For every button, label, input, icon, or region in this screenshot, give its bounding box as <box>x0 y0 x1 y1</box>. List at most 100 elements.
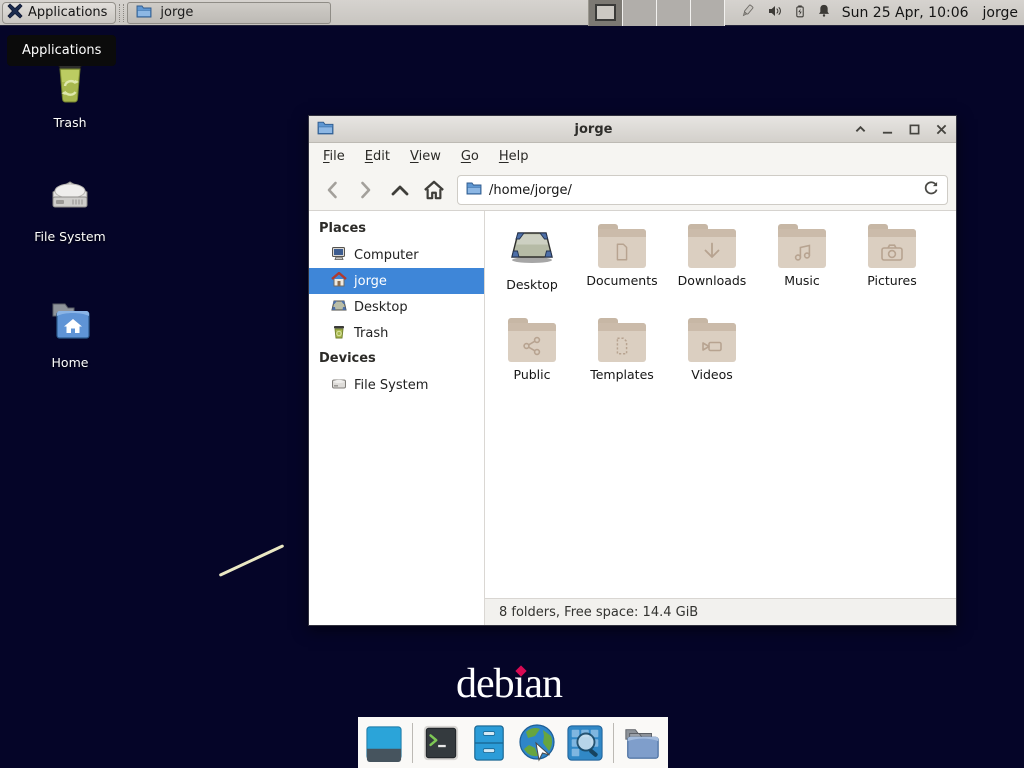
shade-button[interactable] <box>853 122 867 136</box>
desktop-icon-trash[interactable]: Trash <box>22 56 118 130</box>
desktop-icon-label: Trash <box>22 115 118 130</box>
stylus-icon[interactable] <box>737 2 757 24</box>
file-item-label: Videos <box>691 367 733 382</box>
applications-tooltip: Applications <box>7 35 116 66</box>
sidebar-item-desktop[interactable]: Desktop <box>309 294 484 320</box>
file-item-label: Music <box>784 273 820 288</box>
debian-logo: debıan <box>456 660 562 708</box>
home-button[interactable] <box>419 175 449 205</box>
sidebar-header-places: Places <box>309 216 484 242</box>
up-button[interactable] <box>385 175 415 205</box>
dock-separator <box>613 723 614 763</box>
sidebar-item-label: Computer <box>354 248 419 263</box>
window-title: jorge <box>334 122 853 137</box>
user-home-icon <box>331 272 347 291</box>
menu-go[interactable]: Go <box>451 145 489 168</box>
documents-folder-icon <box>598 224 646 268</box>
workspace-3[interactable] <box>657 0 691 26</box>
file-item-downloads[interactable]: Downloads <box>667 224 757 300</box>
top-panel: Applications jorge Sun 25 Apr, 10:06 jor… <box>0 0 1024 26</box>
sidebar-item-label: File System <box>354 378 428 393</box>
window-folder-icon <box>317 120 334 139</box>
desktop-special-icon <box>508 224 556 272</box>
system-tray <box>737 2 832 24</box>
close-button[interactable] <box>934 122 948 136</box>
trash-icon <box>331 324 347 343</box>
desktop-icon-file-system[interactable]: File System <box>22 170 118 244</box>
desktop-icon-home[interactable]: Home <box>22 296 118 370</box>
sidebar-item-label: jorge <box>354 274 387 289</box>
statusbar: 8 folders, Free space: 14.4 GiB <box>485 598 956 625</box>
file-item-pictures[interactable]: Pictures <box>847 224 937 300</box>
sidebar-item-trash[interactable]: Trash <box>309 320 484 346</box>
files-grid: Desktop Documents Do <box>485 211 956 598</box>
back-button[interactable] <box>317 175 347 205</box>
web-browser-launcher[interactable] <box>517 723 557 763</box>
file-item-documents[interactable]: Documents <box>577 224 667 300</box>
window-body: Places Computer jorge Desktop <box>309 211 956 625</box>
applications-menu-button[interactable]: Applications <box>2 2 116 24</box>
sidebar: Places Computer jorge Desktop <box>309 211 485 625</box>
workspace-1[interactable] <box>589 0 623 26</box>
sidebar-item-computer[interactable]: Computer <box>309 242 484 268</box>
workspace-2[interactable] <box>623 0 657 26</box>
app-finder-launcher[interactable] <box>565 723 605 763</box>
panel-clock[interactable]: Sun 25 Apr, 10:06 <box>842 5 969 21</box>
sidebar-item-label: Trash <box>354 326 388 341</box>
file-item-public[interactable]: Public <box>487 318 577 394</box>
downloads-folder-icon <box>688 224 736 268</box>
menu-help[interactable]: Help <box>489 145 539 168</box>
show-desktop-button[interactable] <box>364 723 404 763</box>
file-manager-window: jorge File Edit View Go Help <box>308 115 957 626</box>
drive-icon <box>331 376 347 395</box>
file-manager-launcher[interactable] <box>469 723 509 763</box>
forward-button[interactable] <box>351 175 381 205</box>
sidebar-item-jorge[interactable]: jorge <box>309 268 484 294</box>
workspace-4[interactable] <box>691 0 725 26</box>
templates-folder-icon <box>598 318 646 362</box>
file-item-label: Public <box>514 367 551 382</box>
taskbar-window-label: jorge <box>160 5 193 20</box>
sidebar-item-file-system[interactable]: File System <box>309 372 484 398</box>
computer-icon <box>331 246 347 265</box>
file-item-label: Desktop <box>506 277 558 292</box>
panel-username[interactable]: jorge <box>983 5 1018 21</box>
window-titlebar[interactable]: jorge <box>309 116 956 143</box>
taskbar-window-button[interactable]: jorge <box>127 2 331 24</box>
file-item-videos[interactable]: Videos <box>667 318 757 394</box>
menu-view[interactable]: View <box>400 145 451 168</box>
menubar: File Edit View Go Help <box>309 143 956 170</box>
reload-button[interactable] <box>923 180 939 200</box>
location-bar[interactable]: /home/jorge/ <box>457 175 948 205</box>
battery-charging-icon[interactable] <box>793 2 807 24</box>
minimize-button[interactable] <box>880 122 894 136</box>
menu-edit[interactable]: Edit <box>355 145 400 168</box>
desktop-scratch-artifact <box>219 544 285 577</box>
file-item-desktop[interactable]: Desktop <box>487 224 577 300</box>
volume-icon[interactable] <box>766 3 784 23</box>
dock-separator <box>412 723 413 763</box>
applications-menu-label: Applications <box>28 5 107 20</box>
desktop-icon <box>331 298 347 317</box>
pictures-folder-icon <box>868 224 916 268</box>
home-folder-icon <box>22 296 118 348</box>
public-folder-icon <box>508 318 556 362</box>
file-item-music[interactable]: Music <box>757 224 847 300</box>
file-item-label: Downloads <box>678 273 747 288</box>
terminal-launcher[interactable] <box>421 723 461 763</box>
file-item-templates[interactable]: Templates <box>577 318 667 394</box>
videos-folder-icon <box>688 318 736 362</box>
sidebar-item-label: Desktop <box>354 300 408 315</box>
files-pane-column: Desktop Documents Do <box>485 211 956 625</box>
location-path[interactable]: /home/jorge/ <box>489 183 916 198</box>
desktop-icon-label: Home <box>22 355 118 370</box>
notifications-bell-icon[interactable] <box>816 2 832 23</box>
workspace-pager[interactable] <box>588 0 725 26</box>
menu-file[interactable]: File <box>313 145 355 168</box>
desktop-icon-label: File System <box>22 229 118 244</box>
folders-launcher[interactable] <box>622 723 662 763</box>
file-item-label: Documents <box>586 273 657 288</box>
maximize-button[interactable] <box>907 122 921 136</box>
sidebar-header-devices: Devices <box>309 346 484 372</box>
panel-handle[interactable] <box>119 4 124 22</box>
